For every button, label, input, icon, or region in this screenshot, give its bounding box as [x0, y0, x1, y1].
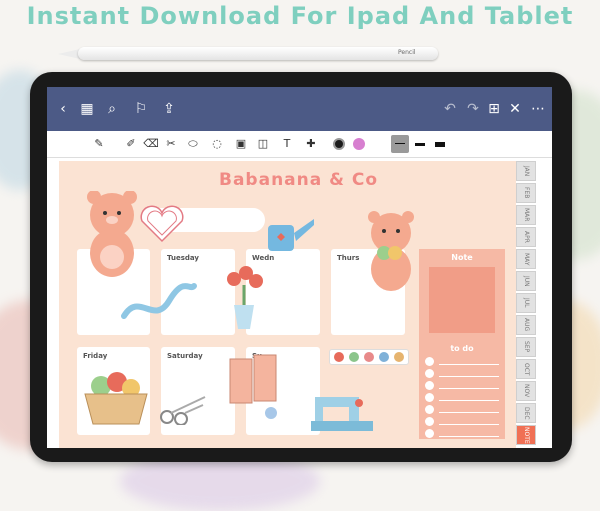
- measuring-tape-sticker: [121, 283, 197, 319]
- pencil-brand: Pencil: [398, 49, 416, 56]
- grid-icon[interactable]: ▦: [77, 99, 97, 119]
- todo-item[interactable]: [425, 429, 499, 439]
- apple-pencil: [78, 47, 438, 60]
- note-box[interactable]: [429, 267, 495, 333]
- camera-icon[interactable]: ◫: [255, 136, 271, 152]
- text-icon[interactable]: T: [279, 136, 295, 152]
- button-sticker: [265, 407, 277, 419]
- more-icon[interactable]: ⋯: [528, 99, 548, 119]
- tab-apr[interactable]: APR: [516, 227, 536, 247]
- tab-feb[interactable]: FEB: [516, 183, 536, 203]
- eraser-icon[interactable]: ✂: [163, 136, 179, 152]
- scissors-sticker: [160, 396, 206, 425]
- month-tabs: JAN FEB MAR APR MAY JUN JUL AUG SEP OCT …: [516, 161, 538, 448]
- add-page-icon[interactable]: ⊞: [484, 99, 504, 119]
- tab-mar[interactable]: MAR: [516, 205, 536, 225]
- share-icon[interactable]: ⇪: [159, 99, 179, 119]
- planner-page: Babanana & Co Tuesday Wedn Thurs Friday …: [59, 161, 516, 448]
- lasso-tool-icon[interactable]: ✎: [91, 136, 107, 152]
- shape-icon[interactable]: ⬭: [185, 136, 201, 152]
- sewing-machine-sticker: [311, 397, 373, 431]
- todo-item[interactable]: [425, 369, 499, 379]
- tab-sep[interactable]: SEP: [516, 337, 536, 357]
- tab-aug[interactable]: AUG: [516, 315, 536, 335]
- todo-item[interactable]: [425, 417, 499, 427]
- tab-jun[interactable]: JUN: [516, 271, 536, 291]
- tab-dec[interactable]: DEC: [516, 403, 536, 423]
- pencil-tip: [58, 49, 80, 59]
- todo-item[interactable]: [425, 381, 499, 391]
- tab-may[interactable]: MAY: [516, 249, 536, 269]
- image-icon[interactable]: ▣: [233, 136, 249, 152]
- lasso-icon[interactable]: ◌: [209, 136, 225, 152]
- medium-line-icon[interactable]: [415, 143, 425, 146]
- tab-oct[interactable]: OCT: [516, 359, 536, 379]
- tab-nov[interactable]: NOV: [516, 381, 536, 401]
- thin-line-icon: [395, 143, 405, 144]
- undo-icon[interactable]: ↶: [440, 99, 460, 119]
- todo-item[interactable]: [425, 393, 499, 403]
- watering-can-sticker: [268, 219, 314, 251]
- todo-item[interactable]: [425, 357, 499, 367]
- search-icon[interactable]: ⌕: [102, 99, 122, 119]
- notes-panel: Note to do: [419, 249, 505, 439]
- tab-jan[interactable]: JAN: [516, 161, 536, 181]
- bookmark-icon[interactable]: ⚐: [131, 99, 151, 119]
- close-icon[interactable]: ✕: [505, 99, 525, 119]
- headline: Instant Download For Ipad And Tablet: [26, 2, 574, 30]
- tab-jul[interactable]: JUL: [516, 293, 536, 313]
- thick-line-icon[interactable]: [435, 142, 445, 147]
- planner-title: Babanana & Co: [219, 170, 379, 190]
- tablet-screen: ‹ ▦ ⌕ ⚐ ⇪ ↶ ↷ ⊞ ✕ ⋯ ✎ ✐ ⌫ ✂ ⬭ ◌ ▣ ◫ T ✚ …: [47, 87, 552, 448]
- yarn-basket-sticker: [84, 372, 148, 425]
- black-color-swatch[interactable]: [333, 138, 345, 150]
- paint-palette-sticker: [329, 349, 409, 365]
- laser-pointer-icon[interactable]: ✚: [303, 136, 319, 152]
- todo-item[interactable]: [425, 405, 499, 415]
- back-icon[interactable]: ‹: [53, 99, 73, 119]
- redo-icon[interactable]: ↷: [463, 99, 483, 119]
- flower-vase-sticker: [227, 266, 263, 329]
- highlighter-icon[interactable]: ⌫: [143, 136, 159, 152]
- sewing-pattern-sticker: [229, 354, 277, 404]
- pink-color-swatch[interactable]: [353, 138, 365, 150]
- heart-doily-sticker: [140, 205, 184, 243]
- top-navigation-bar: ‹ ▦ ⌕ ⚐ ⇪ ↶ ↷ ⊞ ✕ ⋯: [47, 87, 552, 131]
- bear-with-yarn-sticker: [368, 211, 414, 291]
- pen-icon[interactable]: ✐: [123, 136, 139, 152]
- tab-note[interactable]: NOTE: [516, 425, 536, 445]
- drawing-toolbar: ✎ ✐ ⌫ ✂ ⬭ ◌ ▣ ◫ T ✚: [47, 131, 552, 158]
- thickness-thin-selected[interactable]: [391, 135, 409, 153]
